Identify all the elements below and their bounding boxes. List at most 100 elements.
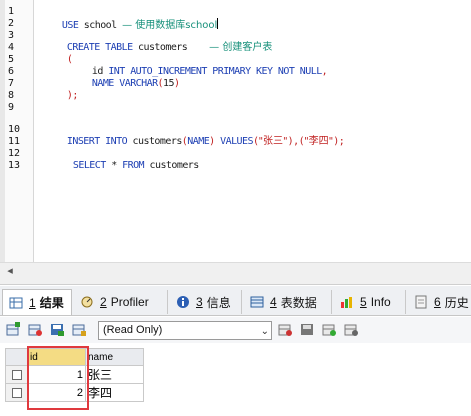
line-number: 5 [8,54,15,65]
splitter[interactable] [0,278,471,285]
line-number: 12 [8,148,21,159]
code-line-13: SELECT * FROM customers [51,148,199,171]
line-number: 4 [8,42,15,53]
code-punctuation: ),( [287,136,305,147]
code-line-11: INSERT INTO customers(NAME) VALUES("张三")… [45,124,345,147]
cell-id[interactable]: 2 [27,383,86,402]
cell-id[interactable]: 1 [27,365,86,384]
tab-label: 结果 [39,296,64,310]
info-icon [176,295,190,309]
save-data-icon[interactable] [300,322,315,337]
grid-header-row: id name [5,348,144,366]
tab-info[interactable]: 5 Info [334,290,406,314]
line-number: 9 [8,102,15,113]
line-number-gutter: 1 2 3 4 5 6 7 8 9 10 11 12 13 [5,0,34,262]
sql-editor[interactable]: 1 2 3 4 5 6 7 8 9 10 11 12 13 USE school… [0,0,471,262]
profiler-icon [80,295,94,309]
cancel-changes-icon[interactable] [72,322,87,337]
tab-number: 5 [360,295,367,309]
code-identifier: customers [132,42,210,53]
code-keyword: FROM [122,160,145,171]
result-tabs: 1 结果 2 Profiler 3 信息 4 表数据 5 Info 6 历史 [0,286,471,316]
code-punctuation: ); [333,136,345,147]
edit-mode-value: (Read Only) [103,324,163,336]
code-string: "李四" [304,136,334,147]
code-line-4: ( [45,42,73,65]
tab-messages[interactable]: 3 信息 [170,290,242,314]
table-row[interactable]: 2 李四 [5,383,144,402]
export-icon[interactable] [322,322,337,337]
line-number: 1 [8,6,15,17]
refresh-icon[interactable] [344,322,359,337]
column-header-id[interactable]: id [27,348,86,366]
code-keyword: VARCHAR [113,78,158,89]
code-line-7: ); [45,78,79,101]
scroll-left-icon[interactable]: ◂ [3,264,17,278]
column-header-name[interactable]: name [85,348,144,366]
code-keyword: SELECT [72,160,106,171]
filter-icon[interactable] [278,322,293,337]
save-icon[interactable] [50,322,65,337]
tab-number: 4 [270,295,277,309]
tab-label: 历史 [444,295,469,310]
code-line-1: USE school — 使用数据库school [40,6,219,31]
code-punctuation: ) [173,78,180,89]
result-toolbar: (Read Only) ⌄ [0,317,471,343]
line-number: 13 [8,160,21,171]
result-grid: id name 1 张三 2 李四 [5,348,144,402]
duplicate-row-icon[interactable] [28,322,43,337]
editor-horizontal-scrollbar[interactable]: ◂ [0,262,471,278]
code-keyword: NAME [187,136,210,147]
cell-name[interactable]: 张三 [85,365,144,384]
code-punctuation: ); [66,90,79,101]
code-keyword: CREATE TABLE [66,42,133,53]
code-comment: — 创建客户表 [209,42,273,53]
code-identifier: customers [127,136,183,147]
tab-table-data[interactable]: 4 表数据 [244,290,332,314]
cell-name[interactable]: 李四 [85,383,144,402]
text-caret [217,18,219,29]
line-number: 3 [8,30,15,41]
line-number: 8 [8,90,15,101]
tab-number: 2 [100,295,107,309]
row-checkbox[interactable] [12,369,22,380]
row-checkbox-cell[interactable] [5,365,28,384]
tab-results[interactable]: 1 结果 [2,289,72,315]
line-number: 6 [8,66,15,77]
grid-icon [9,296,23,310]
code-identifier: customers [144,160,200,171]
line-number: 2 [8,18,15,29]
code-number: 15 [163,78,175,89]
row-checkbox[interactable] [12,387,22,398]
row-selector-header[interactable] [5,348,28,366]
tab-label: 信息 [206,295,231,310]
code-punctuation: , [321,66,328,77]
code-line-5: id INT AUTO_INCREMENT PRIMARY KEY NOT NU… [70,54,328,77]
code-string: "张三" [258,136,288,147]
tab-label: Info [370,295,391,309]
line-number: 10 [8,124,21,135]
tab-number: 3 [196,295,203,309]
history-icon [414,295,428,309]
table-row[interactable]: 1 张三 [5,365,144,384]
row-checkbox-cell[interactable] [5,383,28,402]
code-operator: * [105,160,123,171]
result-grid-area: id name 1 张三 2 李四 [0,343,471,416]
tab-label: Profiler [110,295,149,309]
add-row-icon[interactable] [6,322,21,337]
table-icon [250,295,264,309]
code-keyword: INSERT INTO [66,136,128,147]
tab-number: 6 [434,295,441,309]
tab-profiler[interactable]: 2 Profiler [74,290,168,314]
code-keyword: NAME [91,78,114,89]
line-number: 7 [8,78,15,89]
chevron-down-icon[interactable]: ⌄ [261,323,269,340]
line-number: 11 [8,136,21,147]
tab-label: 表数据 [280,295,317,310]
code-keyword: VALUES [214,136,253,147]
edit-mode-select[interactable]: (Read Only) ⌄ [98,321,272,340]
code-line-3: CREATE TABLE customers — 创建客户表 [45,30,272,53]
bar-chart-icon [340,295,354,309]
tab-history[interactable]: 6 历史 [408,290,471,314]
code-line-6: NAME VARCHAR(15) [70,66,180,89]
